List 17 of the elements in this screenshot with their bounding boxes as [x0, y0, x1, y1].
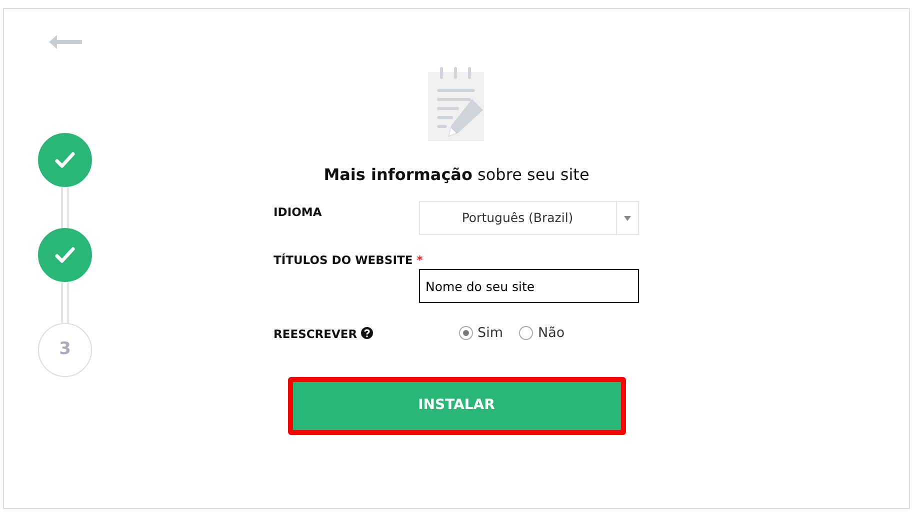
field-label: TÍTULOS DO WEBSITE [274, 253, 413, 267]
form-heading: Mais informação sobre seu site [324, 164, 590, 186]
help-icon[interactable] [361, 327, 374, 340]
radio-option[interactable]: Não [518, 323, 565, 344]
notepad-pencil-icon [428, 67, 486, 141]
step-number: 3 [38, 323, 92, 377]
caret-icon [624, 216, 630, 220]
field-label: IDIOMA [274, 205, 322, 219]
title-input-field[interactable]: Nome do seu site [418, 269, 638, 304]
required-asterisk: * [416, 253, 423, 267]
field-label: REESCREVER [274, 327, 358, 342]
step-connector [61, 187, 69, 228]
check-icon [55, 152, 75, 168]
radio-option[interactable]: Sim [458, 323, 503, 344]
check-icon [55, 246, 75, 264]
language-select[interactable]: Português (Brazil) [418, 201, 638, 235]
step-connector [61, 282, 69, 323]
